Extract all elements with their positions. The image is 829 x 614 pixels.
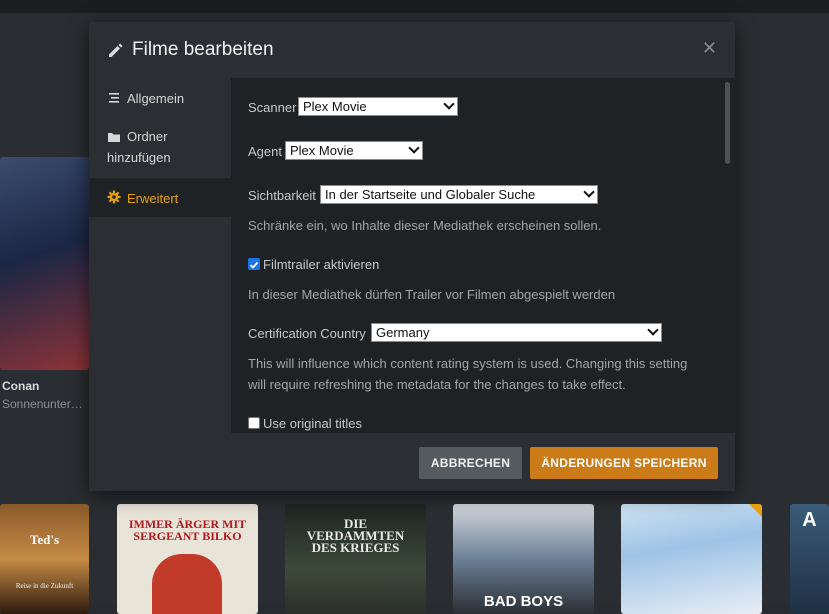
cancel-button[interactable]: ABBRECHEN [419,447,522,479]
poster-subtitle: Reise in die Zukunft [15,582,74,590]
poster-title: DIE VERDAMMTEN DES KRIEGES [306,516,405,555]
certification-label: Certification Country [248,326,366,341]
sidebar-item-erweitert[interactable]: Erweitert [89,178,231,217]
checkmark-icon [249,261,259,269]
settings-scrollbar[interactable] [720,78,735,433]
visibility-label: Sichtbarkeit [248,188,316,203]
poster-verdammten[interactable]: DIE VERDAMMTEN DES KRIEGES [285,504,426,614]
poster-title: IMMER ÄRGER MIT SERGEANT BILKO [128,517,247,543]
dialog-footer: ABBRECHEN ÄNDERUNGEN SPEICHERN [89,433,735,491]
poster-figure [152,554,222,614]
scanner-select[interactable]: Plex Movie [298,97,458,116]
dialog-title: Filme bearbeiten [132,39,274,60]
edit-library-dialog: Filme bearbeiten ✕ Allgemein Ordner hinz… [89,22,735,491]
scrollbar-thumb[interactable] [725,82,730,164]
sidebar-item-label: Erweitert [127,191,179,206]
sidebar-item-label: Ordner [127,129,168,144]
visibility-select[interactable]: In der Startseite und Globaler Suche [320,185,598,204]
poster-anime[interactable] [621,504,762,614]
visibility-help: Schränke ein, wo Inhalte dieser Mediathe… [248,218,602,233]
trailers-checkbox[interactable] [248,258,260,270]
agent-value: Plex Movie [290,143,354,158]
original-titles-label[interactable]: Use original titles [263,416,362,431]
dialog-header: Filme bearbeiten ✕ [89,22,735,78]
certification-help-line1: This will influence which content rating… [248,356,688,371]
gear-icon [107,190,121,204]
sidebar-item-label: Allgemein [127,91,185,106]
trailers-help: In dieser Mediathek dürfen Trailer vor F… [248,287,616,302]
agent-select[interactable]: Plex Movie [285,141,423,160]
pencil-icon [109,43,123,57]
trailers-label[interactable]: Filmtrailer aktivieren [263,257,379,272]
poster-title: Conan [2,379,40,393]
watch-indicator [749,504,762,517]
scanner-label: Scanner [248,100,297,115]
advanced-settings-panel: Scanner Plex Movie Agent Plex Movie Sich… [231,78,720,433]
visibility-value: In der Startseite und Globaler Suche [325,187,536,202]
poster-title: Ted's [29,532,60,547]
save-changes-button[interactable]: ÄNDERUNGEN SPEICHERN [530,447,718,479]
poster-subtitle: Sonnenunter… [2,397,83,411]
app-top-bar [0,0,829,13]
poster-conan[interactable] [0,157,89,370]
poster-bilko[interactable]: IMMER ÄRGER MIT SERGEANT BILKO [117,504,258,614]
chevron-down-icon [583,186,595,198]
certification-select[interactable]: Germany [371,323,662,342]
folder-icon [108,133,120,142]
sidebar-item-ordner[interactable]: Ordner hinzufügen [89,118,231,178]
original-titles-checkbox[interactable] [248,417,260,429]
list-icon [109,93,119,103]
dialog-sidebar: Allgemein Ordner hinzufügen Erweitert [89,78,231,433]
scanner-value: Plex Movie [303,99,367,114]
poster-bad-boys[interactable]: BAD BOYS [453,504,594,614]
close-icon[interactable]: ✕ [702,38,717,59]
chevron-down-icon [443,98,455,110]
poster-partial[interactable]: A [790,504,829,614]
certification-value: Germany [376,325,430,340]
poster-teds[interactable]: Ted's Reise in die Zukunft [0,504,89,614]
poster-title: BAD BOYS [483,593,564,610]
poster-title: A [802,509,817,531]
certification-help-line2: will require refreshing the metadata for… [248,377,626,392]
chevron-down-icon [647,324,659,336]
agent-label: Agent [248,144,282,159]
sidebar-item-label: hinzufügen [107,150,171,165]
sidebar-item-allgemein[interactable]: Allgemein [89,78,231,118]
chevron-down-icon [408,142,420,154]
